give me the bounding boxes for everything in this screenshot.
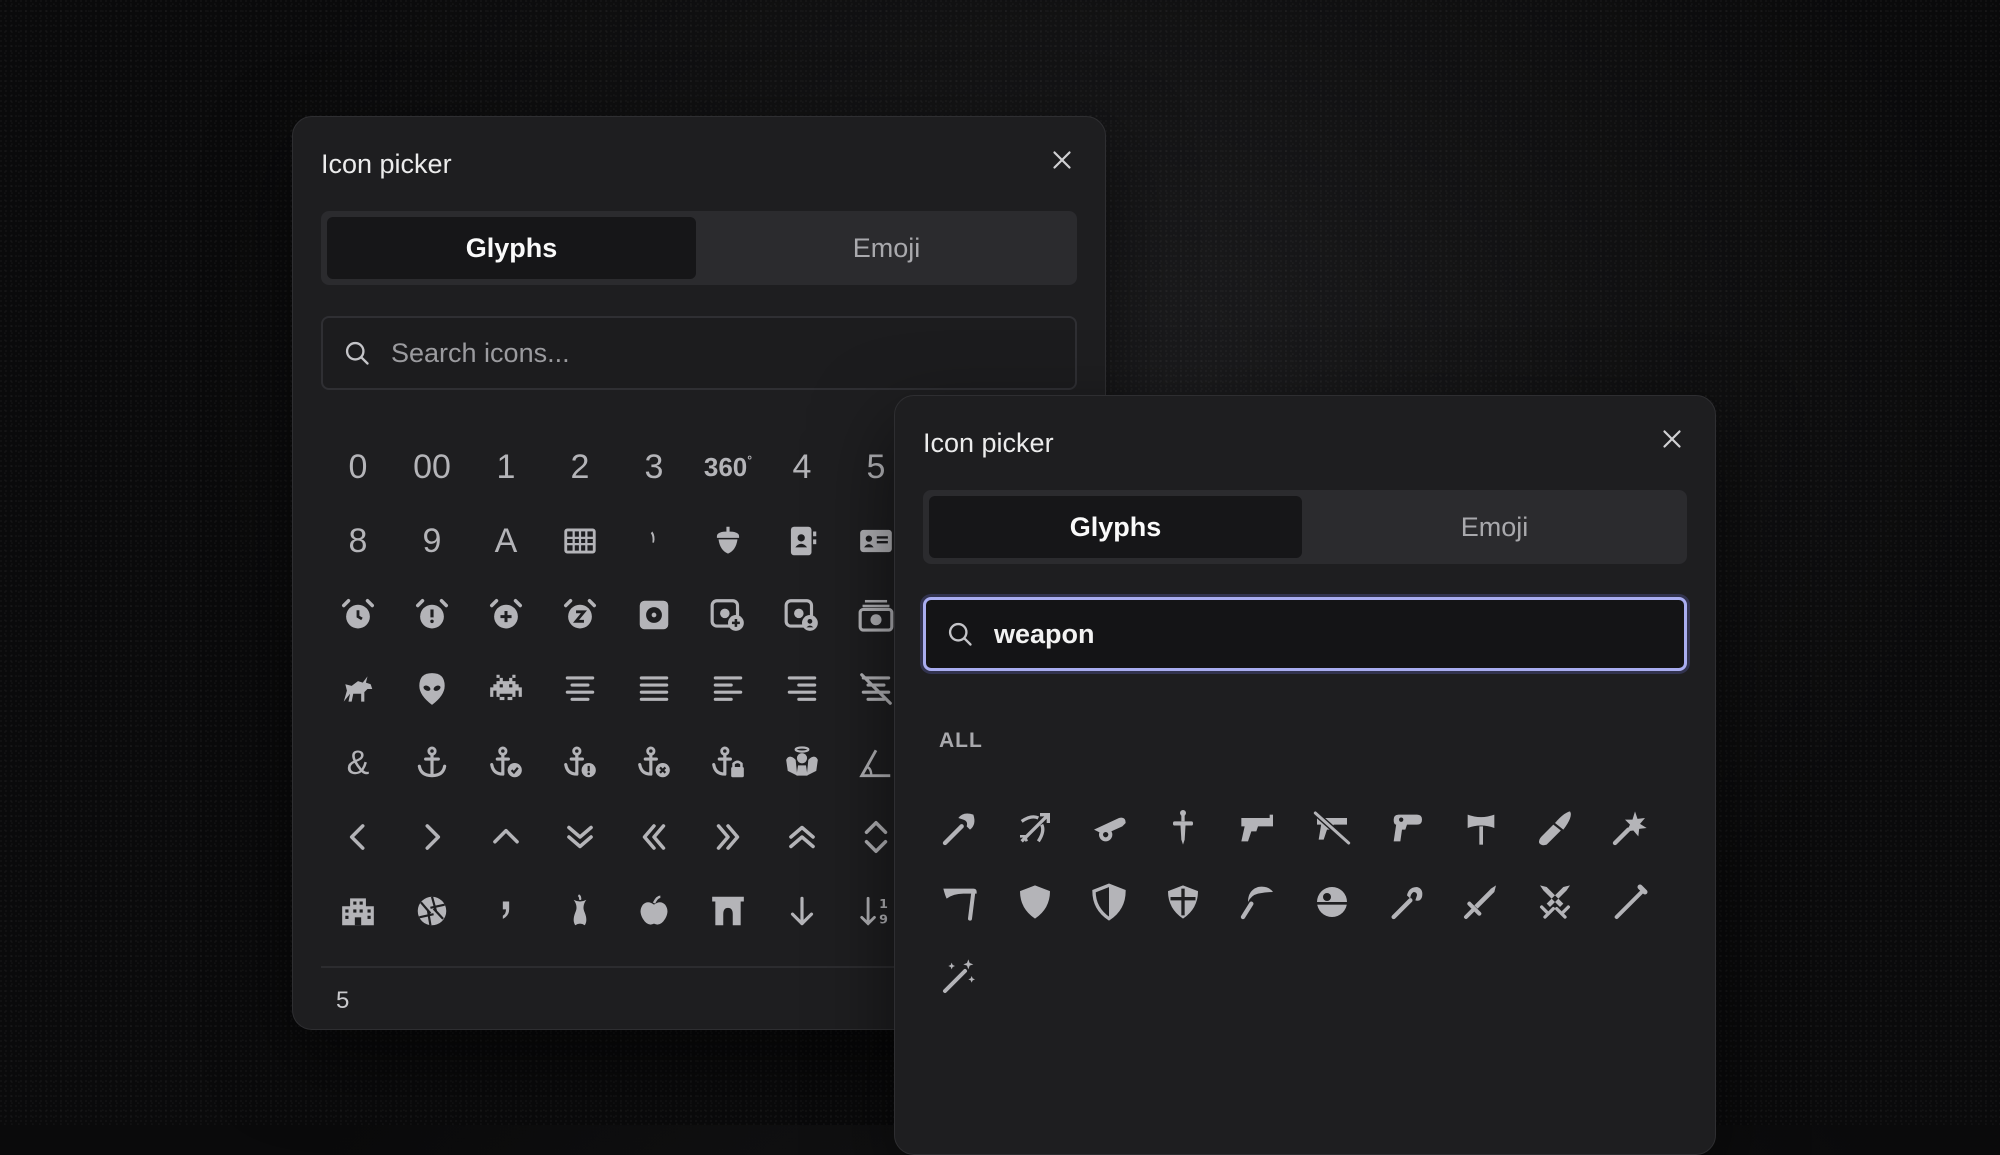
gun-icon[interactable] bbox=[1221, 791, 1295, 865]
digit-0-glyph[interactable]: 0 bbox=[321, 430, 395, 504]
search-box bbox=[321, 316, 1077, 390]
address-book-icon[interactable] bbox=[765, 504, 839, 578]
tab-emoji[interactable]: Emoji bbox=[702, 217, 1071, 279]
gun-slash-icon[interactable] bbox=[1295, 791, 1369, 865]
tab-bar: Glyphs Emoji bbox=[321, 211, 1077, 285]
bow-arrow-icon[interactable] bbox=[997, 791, 1071, 865]
digit-2-glyph[interactable]: 2 bbox=[543, 430, 617, 504]
alarm-snooze-icon[interactable] bbox=[543, 578, 617, 652]
apple-whole-icon[interactable] bbox=[617, 874, 691, 948]
tab-bar: Glyphs Emoji bbox=[923, 490, 1687, 564]
alarm-exclamation-icon[interactable] bbox=[395, 578, 469, 652]
angles-right-icon[interactable] bbox=[691, 800, 765, 874]
digit-00-glyph[interactable]: 00 bbox=[395, 430, 469, 504]
acorn-icon[interactable] bbox=[691, 504, 765, 578]
angle-left-icon[interactable] bbox=[321, 800, 395, 874]
shield-cross-icon[interactable] bbox=[1146, 865, 1220, 939]
close-icon bbox=[1663, 430, 1681, 448]
close-button[interactable] bbox=[1047, 145, 1077, 175]
knife-kitchen-icon[interactable] bbox=[1518, 791, 1592, 865]
align-center-icon[interactable] bbox=[543, 652, 617, 726]
sickle-icon[interactable] bbox=[1221, 865, 1295, 939]
digit-4-glyph[interactable]: 4 bbox=[765, 430, 839, 504]
shield-icon[interactable] bbox=[997, 865, 1071, 939]
angle-right-icon[interactable] bbox=[395, 800, 469, 874]
tab-glyphs[interactable]: Glyphs bbox=[929, 496, 1302, 558]
icon-picker-front-panel: Icon picker Glyphs Emoji ALL bbox=[894, 395, 1716, 1155]
alicorn-icon[interactable] bbox=[321, 652, 395, 726]
align-right-icon[interactable] bbox=[765, 652, 839, 726]
panel-title: Icon picker bbox=[321, 149, 452, 179]
alarm-clock-icon[interactable] bbox=[321, 578, 395, 652]
archway-icon[interactable] bbox=[691, 874, 765, 948]
selected-icon-label: 5 bbox=[336, 987, 350, 1014]
svg-text:9: 9 bbox=[879, 912, 888, 927]
album-circle-user-icon[interactable] bbox=[765, 578, 839, 652]
svg-text:1: 1 bbox=[879, 896, 888, 911]
apostrophe-icon[interactable] bbox=[469, 874, 543, 948]
axe-icon[interactable] bbox=[923, 791, 997, 865]
search-box bbox=[923, 597, 1687, 671]
alien-8bit-icon[interactable] bbox=[469, 652, 543, 726]
360-degrees-glyph[interactable]: 360 ° bbox=[691, 430, 765, 504]
results-grid bbox=[923, 791, 1667, 1013]
close-button[interactable] bbox=[1657, 424, 1687, 454]
letter-a-glyph[interactable]: A bbox=[469, 504, 543, 578]
anchor-lock-icon[interactable] bbox=[691, 726, 765, 800]
ampersand-glyph[interactable]: & bbox=[321, 726, 395, 800]
dagger-icon[interactable] bbox=[1146, 791, 1220, 865]
swords-icon[interactable] bbox=[1518, 865, 1592, 939]
angles-up-icon[interactable] bbox=[765, 800, 839, 874]
digit-9-glyph[interactable]: 9 bbox=[395, 504, 469, 578]
search-input[interactable] bbox=[389, 336, 1075, 370]
staff-icon[interactable] bbox=[1369, 865, 1443, 939]
sword-icon[interactable] bbox=[1444, 865, 1518, 939]
tab-glyphs[interactable]: Glyphs bbox=[327, 217, 696, 279]
tab-emoji[interactable]: Emoji bbox=[1308, 496, 1681, 558]
album-circle-plus-icon[interactable] bbox=[691, 578, 765, 652]
anchor-circle-check-icon[interactable] bbox=[469, 726, 543, 800]
abacus-icon[interactable] bbox=[543, 504, 617, 578]
gun-squirt-icon[interactable] bbox=[1369, 791, 1443, 865]
angles-left-icon[interactable] bbox=[617, 800, 691, 874]
hammer-war-icon[interactable] bbox=[1444, 791, 1518, 865]
digit-1-glyph[interactable]: 1 bbox=[469, 430, 543, 504]
album-icon[interactable] bbox=[617, 578, 691, 652]
align-justify-icon[interactable] bbox=[617, 652, 691, 726]
death-star-icon[interactable] bbox=[1295, 865, 1369, 939]
360-degrees-label: 360 bbox=[703, 451, 748, 482]
aperture-icon[interactable] bbox=[395, 874, 469, 948]
mace-icon[interactable] bbox=[1593, 791, 1667, 865]
wand-icon[interactable] bbox=[1593, 865, 1667, 939]
alien-icon[interactable] bbox=[395, 652, 469, 726]
wand-sparkles-icon[interactable] bbox=[923, 939, 997, 1013]
digit-8-glyph[interactable]: 8 bbox=[321, 504, 395, 578]
angel-icon[interactable] bbox=[765, 726, 839, 800]
cannon-icon[interactable] bbox=[1072, 791, 1146, 865]
arrow-down-icon[interactable] bbox=[765, 874, 839, 948]
shield-halved-icon[interactable] bbox=[1072, 865, 1146, 939]
search-icon bbox=[345, 341, 369, 365]
section-label: ALL bbox=[939, 729, 983, 752]
apartment-icon[interactable] bbox=[321, 874, 395, 948]
angle-up-icon[interactable] bbox=[469, 800, 543, 874]
scythe-icon[interactable] bbox=[923, 865, 997, 939]
align-left-icon[interactable] bbox=[691, 652, 765, 726]
angles-down-icon[interactable] bbox=[543, 800, 617, 874]
digit-3-glyph[interactable]: 3 bbox=[617, 430, 691, 504]
anchor-circle-xmark-icon[interactable] bbox=[617, 726, 691, 800]
close-icon bbox=[1053, 151, 1071, 169]
alarm-plus-icon[interactable] bbox=[469, 578, 543, 652]
acorn-cap-icon[interactable] bbox=[617, 504, 691, 578]
apple-core-icon[interactable] bbox=[543, 874, 617, 948]
panel-title: Icon picker bbox=[923, 428, 1054, 458]
anchor-icon[interactable] bbox=[395, 726, 469, 800]
search-input[interactable] bbox=[992, 617, 1684, 651]
search-icon bbox=[948, 622, 972, 646]
anchor-circle-exclamation-icon[interactable] bbox=[543, 726, 617, 800]
